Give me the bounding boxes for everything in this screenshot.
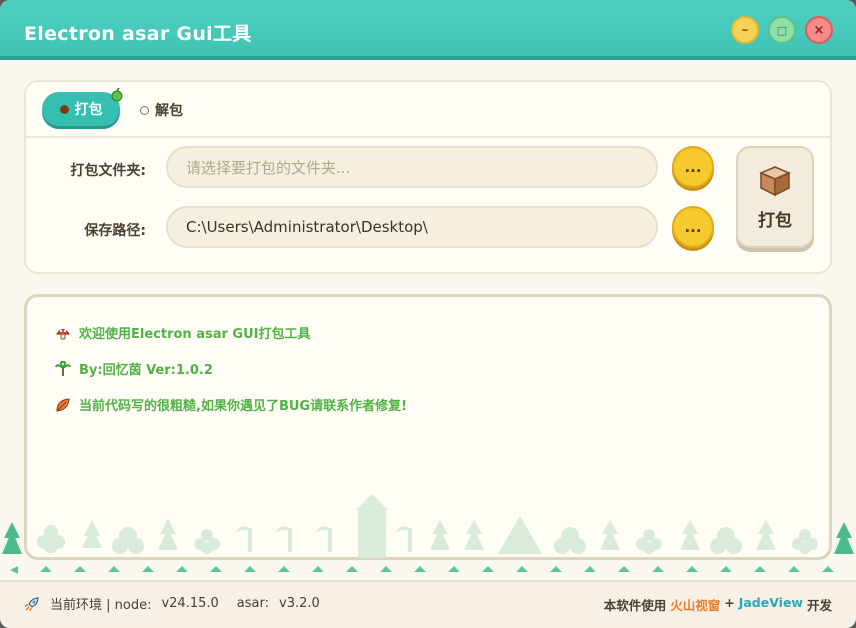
node-version: v24.15.0 — [161, 596, 219, 611]
tab-pack[interactable]: 打包 — [42, 92, 120, 126]
pack-panel: 打包 解包 打包文件夹: 请选择要打包的文件夹... ... 保存路径: C:\… — [24, 80, 832, 274]
asar-label: asar: — [236, 596, 269, 611]
environment-info: 当前环境 | node: v24.15.0 asar: v3.2.0 — [24, 594, 320, 613]
scenery-decoration — [2, 494, 854, 574]
env-label: 当前环境 | node: — [50, 598, 152, 613]
pack-button-label: 打包 — [758, 210, 792, 231]
log-line: 当前代码写的很粗糙,如果你遇见了BUG请联系作者修复! — [55, 395, 407, 414]
status-bar: 当前环境 | node: v24.15.0 asar: v3.2.0 本软件使用… — [0, 580, 856, 628]
box-icon — [759, 165, 791, 196]
tab-pack-label: 打包 — [74, 102, 103, 118]
log-text: 当前代码写的很粗糙,如果你遇见了BUG请联系作者修复! — [79, 399, 408, 414]
radio-selected-icon — [59, 104, 69, 114]
save-path-label: 保存路径: — [84, 223, 146, 239]
minimize-button[interactable]: – — [731, 16, 759, 44]
folder-label: 打包文件夹: — [70, 163, 146, 179]
mushroom-icon — [56, 328, 70, 339]
browse-folder-button[interactable]: ... — [672, 146, 714, 188]
tab-divider — [26, 136, 830, 138]
rocket-icon — [24, 596, 39, 611]
asar-version: v3.2.0 — [279, 596, 320, 611]
log-line: By:回忆茵 Ver:1.0.2 — [55, 359, 213, 378]
palm-tree-icon — [55, 360, 71, 376]
maximize-button[interactable]: □ — [768, 16, 796, 44]
credit-brand-jadeview: JadeView — [738, 595, 803, 610]
tab-unpack-label: 解包 — [155, 103, 183, 119]
credits: 本软件使用 火山视窗 + JadeView 开发 — [604, 595, 832, 614]
browse-save-button[interactable]: ... — [672, 206, 714, 248]
sprout-icon — [111, 88, 123, 102]
credit-suffix: 开发 — [806, 598, 832, 613]
radio-empty-icon — [140, 105, 149, 115]
close-button[interactable]: × — [805, 16, 833, 44]
credit-brand-volcano: 火山视窗 — [670, 598, 721, 613]
log-text: 欢迎使用Electron asar GUI打包工具 — [79, 327, 311, 342]
folder-input[interactable]: 请选择要打包的文件夹... — [166, 146, 658, 188]
title-bar[interactable]: Electron asar Gui工具 – □ × — [0, 0, 856, 60]
leaf-icon — [56, 397, 70, 412]
credit-plus: + — [724, 595, 735, 610]
log-line: 欢迎使用Electron asar GUI打包工具 — [55, 323, 310, 342]
pack-button[interactable]: 打包 — [736, 146, 814, 248]
window-title: Electron asar Gui工具 — [24, 23, 252, 45]
tab-unpack[interactable]: 解包 — [140, 100, 183, 120]
app-window: Electron asar Gui工具 – □ × 打包 解包 打包文件夹: 请… — [0, 0, 856, 628]
credit-prefix: 本软件使用 — [603, 598, 667, 613]
log-text: By:回忆茵 Ver:1.0.2 — [79, 363, 213, 378]
save-path-input[interactable]: C:\Users\Administrator\Desktop\ — [166, 206, 658, 248]
